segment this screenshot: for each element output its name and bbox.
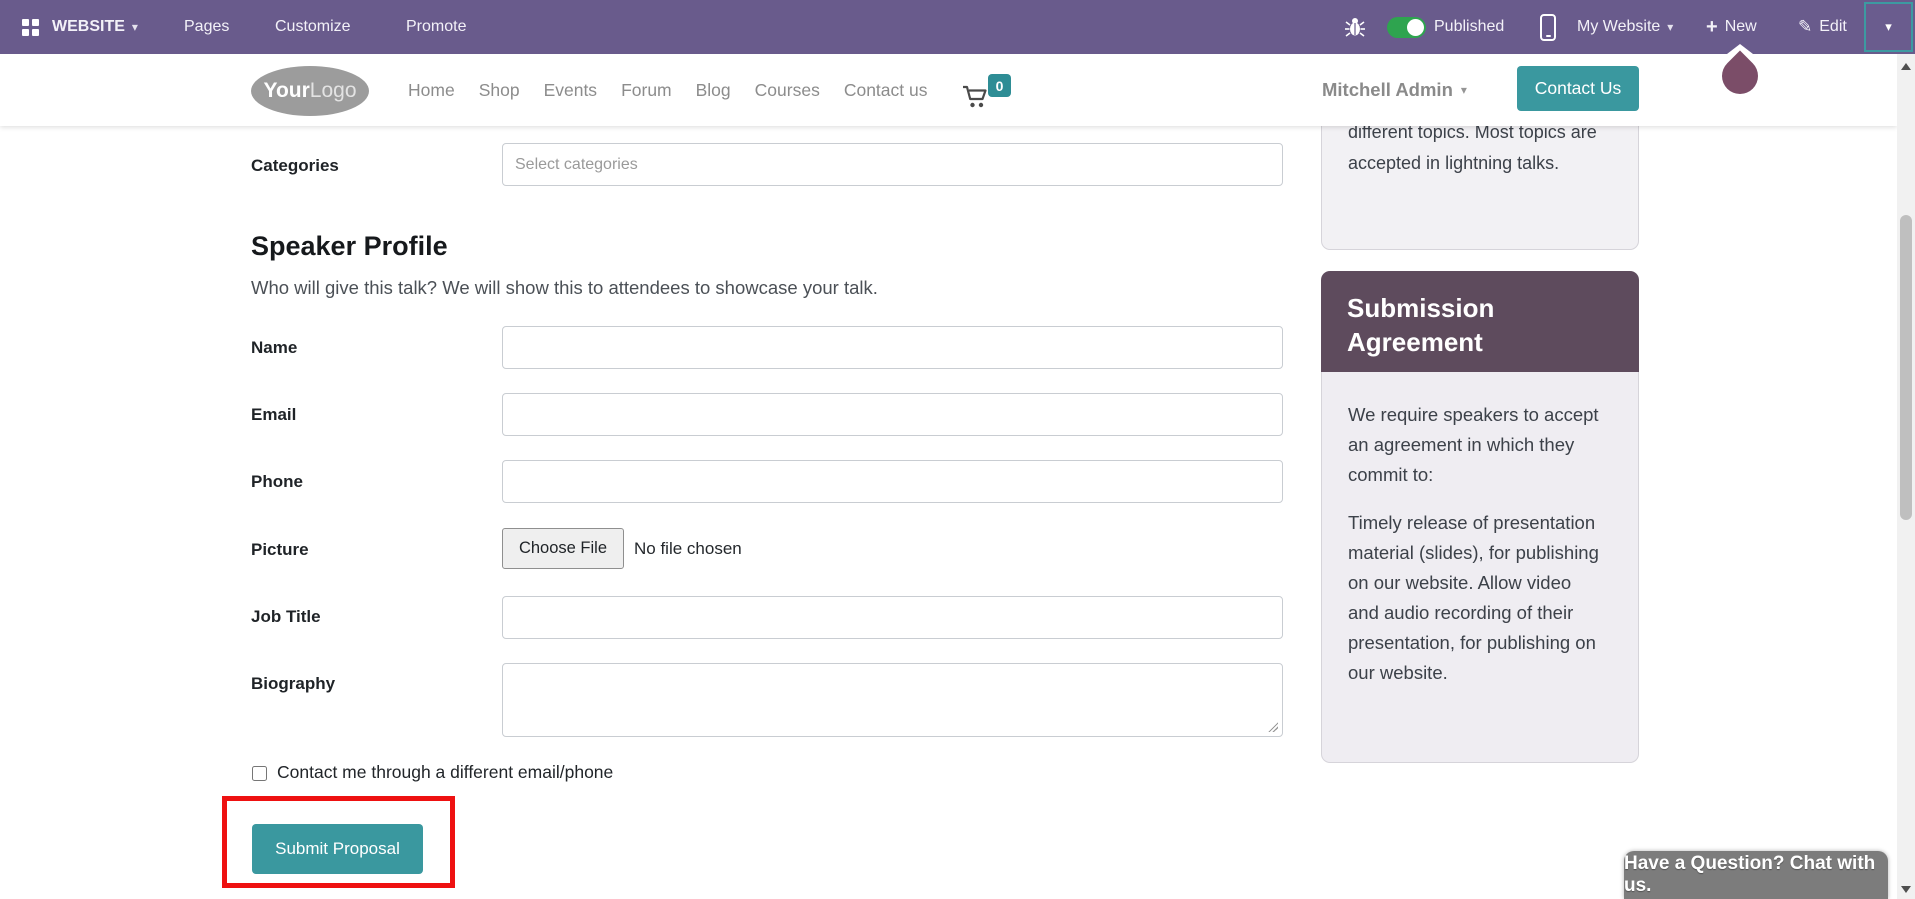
job-title-label: Job Title — [251, 607, 321, 626]
biography-input[interactable] — [502, 663, 1283, 737]
topbar-more-button[interactable]: ▾ — [1864, 2, 1913, 52]
contact-me-checkbox[interactable] — [252, 766, 267, 781]
menu-website[interactable]: WEBSITE ▾ — [52, 0, 138, 54]
nav-contact-us[interactable]: Contact us — [844, 80, 928, 101]
chat-widget-label: Have a Question? Chat with us. — [1624, 853, 1876, 896]
user-menu[interactable]: Mitchell Admin ▾ — [1322, 54, 1467, 126]
site-logo[interactable]: Your Logo — [251, 66, 369, 116]
mobile-preview-icon[interactable] — [1540, 14, 1556, 41]
picture-label: Picture — [251, 540, 309, 559]
cart-icon — [963, 85, 987, 108]
section-title: Speaker Profile — [251, 231, 448, 261]
nav-shop[interactable]: Shop — [479, 80, 520, 101]
contact-me-checkbox-label[interactable]: Contact me through a different email/pho… — [277, 762, 613, 783]
submission-agreement-title: Submission Agreement — [1321, 271, 1639, 372]
site-header: Your Logo Home Shop Events Forum Blog Cou… — [0, 54, 1897, 126]
email-label: Email — [251, 405, 297, 424]
picture-file-row: Choose File No file chosen — [502, 528, 742, 569]
biography-label: Biography — [251, 674, 336, 693]
page-scrollbar[interactable] — [1897, 54, 1915, 899]
published-label: Published — [1434, 18, 1505, 35]
phone-label: Phone — [251, 472, 303, 491]
logo-text-light: Logo — [309, 79, 357, 102]
submit-proposal-button[interactable]: Submit Proposal — [252, 824, 423, 874]
name-label: Name — [251, 338, 298, 357]
submission-agreement-body: We require speakers to accept an agreeme… — [1321, 372, 1639, 763]
email-input[interactable] — [502, 393, 1283, 436]
nav-forum[interactable]: Forum — [621, 80, 672, 101]
plus-icon: + — [1706, 15, 1718, 38]
scrollbar-thumb[interactable] — [1900, 215, 1912, 520]
agreement-paragraph-2: Timely release of presentation material … — [1348, 512, 1599, 683]
my-website-menu[interactable]: My Website ▾ — [1577, 0, 1673, 54]
nav-blog[interactable]: Blog — [696, 80, 731, 101]
categories-label: Categories — [251, 156, 339, 175]
chevron-down-icon: ▾ — [1885, 19, 1892, 34]
agreement-paragraph-1: We require speakers to accept an agreeme… — [1348, 404, 1599, 485]
choose-file-button[interactable]: Choose File — [502, 528, 624, 569]
scroll-down-arrow[interactable] — [1901, 886, 1911, 893]
published-toggle[interactable] — [1387, 17, 1426, 38]
job-title-input[interactable] — [502, 596, 1283, 639]
cart-button[interactable]: 0 — [962, 74, 1014, 112]
phone-input[interactable] — [502, 460, 1283, 503]
menu-pages[interactable]: Pages — [184, 0, 229, 54]
pencil-icon: ✎ — [1798, 17, 1813, 36]
apps-grid-icon[interactable] — [22, 19, 39, 36]
menu-promote[interactable]: Promote — [406, 0, 466, 54]
chat-widget[interactable]: Have a Question? Chat with us. — [1624, 851, 1888, 899]
bug-icon[interactable] — [1344, 16, 1366, 38]
section-subtitle: Who will give this talk? We will show th… — [251, 277, 878, 298]
submission-agreement-card: Submission Agreement We require speakers… — [1321, 271, 1639, 763]
contact-us-button[interactable]: Contact Us — [1517, 66, 1639, 111]
edit-button[interactable]: ✎ Edit — [1798, 0, 1847, 54]
name-input[interactable] — [502, 326, 1283, 369]
chevron-down-icon: ▾ — [1667, 20, 1674, 34]
main-nav: Home Shop Events Forum Blog Courses Cont… — [408, 54, 927, 126]
logo-text-bold: Your — [263, 79, 310, 102]
menu-customize[interactable]: Customize — [275, 0, 351, 54]
chevron-down-icon: ▾ — [1460, 83, 1467, 97]
categories-input[interactable] — [502, 143, 1283, 186]
chevron-down-icon: ▾ — [131, 20, 138, 34]
admin-bar: WEBSITE ▾ Pages Customize Promote Publis… — [0, 0, 1915, 54]
nav-home[interactable]: Home — [408, 80, 455, 101]
info-card-text: different topics. Most topics are accept… — [1348, 122, 1597, 173]
file-status-text: No file chosen — [634, 538, 742, 558]
nav-courses[interactable]: Courses — [755, 80, 820, 101]
scroll-up-arrow[interactable] — [1901, 63, 1911, 70]
cart-count-badge: 0 — [988, 74, 1011, 97]
nav-events[interactable]: Events — [544, 80, 598, 101]
user-name: Mitchell Admin — [1322, 79, 1453, 100]
page: different topics. Most topics are accept… — [0, 0, 1915, 899]
textarea-resize-handle[interactable] — [1268, 722, 1278, 732]
toggle-knob — [1407, 19, 1424, 36]
